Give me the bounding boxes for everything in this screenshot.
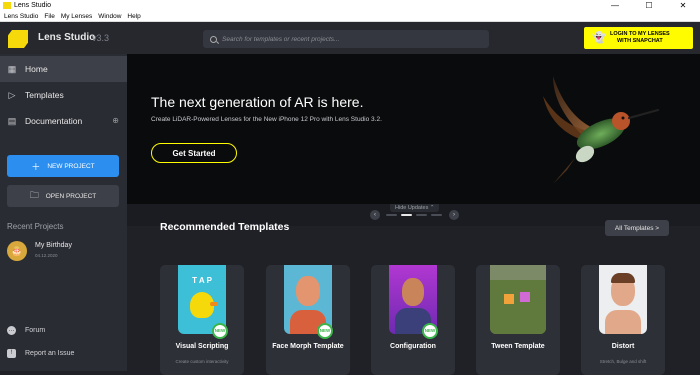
new-project-button[interactable]: ＋ NEW PROJECT — [7, 155, 119, 177]
toy-icon — [504, 294, 514, 304]
search-input[interactable] — [222, 35, 482, 43]
external-link-icon: ⊕ — [112, 116, 119, 125]
recommended-templates-heading: Recommended Templates — [160, 221, 290, 233]
face-icon — [402, 278, 424, 306]
pager-dot[interactable] — [431, 214, 442, 216]
template-description: Stretch, Bulge and shift — [599, 359, 647, 364]
snapchat-ghost-icon: 👻 — [592, 32, 606, 44]
sidebar-item-documentation[interactable]: ▤ Documentation ⊕ — [0, 108, 127, 134]
forum-label: Forum — [25, 327, 46, 334]
login-label: LOGIN TO MY LENSES — [610, 31, 670, 37]
hair-icon — [611, 273, 635, 283]
pager-dot[interactable] — [386, 214, 397, 216]
home-icon: ▦ — [7, 64, 17, 74]
new-badge: NEW — [212, 323, 228, 339]
project-thumbnail: 🎂 — [7, 241, 27, 261]
templates-icon: ▷ — [8, 90, 16, 100]
hero-banner: The next generation of AR is here. Creat… — [127, 54, 700, 204]
face-icon — [296, 276, 320, 306]
sidebar-item-templates[interactable]: ▷ Templates — [0, 82, 127, 108]
template-thumbnail — [599, 265, 647, 334]
template-card-face-morph[interactable]: NEW Face Morph Template — [266, 265, 350, 375]
forum-link[interactable]: … Forum — [7, 326, 45, 335]
recent-project-item[interactable]: 🎂 My Birthday 04.12.2020 — [7, 240, 122, 262]
login-snapchat-button[interactable]: 👻 LOGIN TO MY LENSES WITH SNAPCHAT — [584, 27, 693, 49]
all-templates-button[interactable]: All Templates > — [605, 220, 669, 236]
app-header: Lens Studio v3.3 👻 LOGIN TO MY LENSES WI… — [0, 22, 700, 54]
menu-my-lenses[interactable]: My Lenses — [61, 13, 92, 20]
grass-image — [490, 280, 546, 334]
open-project-button[interactable]: 🗀 OPEN PROJECT — [7, 185, 119, 207]
template-name: Distort — [611, 343, 635, 350]
template-card-distort[interactable]: Distort Stretch, Bulge and shift — [581, 265, 665, 375]
template-description: Create custom interactivity — [175, 359, 229, 364]
pager-dot[interactable] — [416, 214, 427, 216]
sidebar-item-label: Documentation — [25, 116, 83, 126]
login-sublabel: WITH SNAPCHAT — [616, 38, 663, 44]
template-card-tween[interactable]: Tween Template — [476, 265, 560, 375]
hide-updates-toggle[interactable]: Hide Updates ⌃ — [390, 204, 440, 212]
report-issue-link[interactable]: ! Report an Issue — [7, 349, 74, 358]
window-controls: — ☐ ✕ — [598, 0, 700, 11]
brand-name: Lens Studio — [38, 32, 96, 43]
toy-icon — [520, 292, 530, 302]
pager-dot-active[interactable] — [401, 214, 412, 216]
hero-title: The next generation of AR is here. — [151, 94, 364, 110]
sidebar-item-label: Templates — [25, 90, 64, 100]
search-bar[interactable] — [203, 30, 489, 48]
get-started-button[interactable]: Get Started — [151, 143, 237, 163]
chevron-up-icon: ⌃ — [429, 205, 435, 211]
documentation-icon: ▤ — [7, 116, 17, 126]
menu-lens-studio[interactable]: Lens Studio — [4, 13, 38, 20]
recent-projects-heading: Recent Projects — [7, 222, 64, 231]
template-name: Configuration — [390, 343, 436, 350]
title-bar: Lens Studio — ☐ ✕ — [0, 0, 700, 11]
next-update-button[interactable]: › — [449, 210, 459, 220]
template-card-visual-scripting[interactable]: T A P NEW Visual Scripting Create custom… — [160, 265, 244, 375]
folder-icon: 🗀 — [29, 190, 39, 200]
recent-project-date: 04.12.2020 — [35, 253, 58, 258]
new-badge: NEW — [422, 323, 438, 339]
report-icon: ! — [7, 349, 16, 358]
template-name: Visual Scripting — [175, 343, 229, 350]
main-content: The next generation of AR is here. Creat… — [127, 54, 700, 375]
maximize-button[interactable]: ☐ — [632, 0, 666, 11]
shoulders-icon — [605, 310, 641, 334]
new-project-label: NEW PROJECT — [47, 162, 95, 170]
app-icon — [3, 2, 11, 9]
menu-help[interactable]: Help — [127, 13, 140, 20]
sidebar-item-label: Home — [25, 64, 48, 74]
hide-updates-label: Hide Updates — [395, 205, 429, 211]
menu-window[interactable]: Window — [98, 13, 121, 20]
template-thumbnail — [490, 265, 546, 334]
hero-subtitle: Create LiDAR-Powered Lenses for the New … — [151, 116, 382, 123]
thumbnail-overlay-text: T A P — [192, 276, 212, 285]
sidebar-item-home[interactable]: ▦ Home — [0, 56, 127, 82]
close-button[interactable]: ✕ — [666, 0, 700, 11]
beak-icon — [210, 302, 218, 306]
report-issue-label: Report an Issue — [25, 350, 75, 357]
menu-file[interactable]: File — [44, 13, 54, 20]
menu-bar: Lens Studio File My Lenses Window Help — [0, 11, 700, 22]
sidebar: ▦ Home ▷ Templates ▤ Documentation ⊕ ＋ N… — [0, 54, 127, 371]
search-icon — [210, 35, 217, 43]
minimize-button[interactable]: — — [598, 0, 632, 11]
window-title: Lens Studio — [14, 2, 51, 9]
forum-icon: … — [7, 326, 16, 335]
hummingbird-image — [543, 76, 660, 184]
lens-studio-logo-icon — [8, 30, 28, 48]
template-card-configuration[interactable]: NEW Configuration — [371, 265, 455, 375]
new-badge: NEW — [317, 323, 333, 339]
open-project-label: OPEN PROJECT — [45, 192, 97, 200]
template-name: Face Morph Template — [272, 343, 344, 350]
plus-icon: ＋ — [31, 161, 41, 172]
previous-update-button[interactable]: ‹ — [370, 210, 380, 220]
template-name: Tween Template — [491, 343, 545, 350]
recent-project-name: My Birthday — [35, 242, 72, 249]
version-label: v3.3 — [92, 33, 110, 43]
